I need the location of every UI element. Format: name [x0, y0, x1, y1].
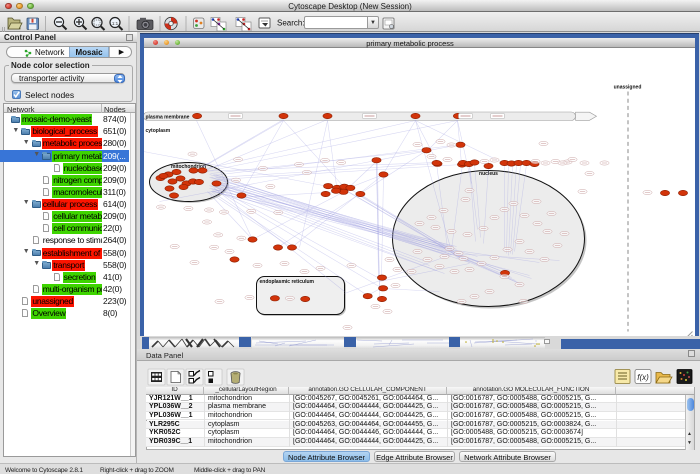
svg-text:nucleus: nucleus: [479, 171, 498, 177]
svg-text:endoplasmic reticulum: endoplasmic reticulum: [260, 279, 315, 285]
svg-text:unassigned: unassigned: [614, 84, 642, 90]
svg-text:plasma membrane: plasma membrane: [146, 114, 190, 120]
svg-text:cytoplasm: cytoplasm: [146, 128, 171, 134]
svg-text:f(x): f(x): [637, 373, 649, 382]
svg-text:Search:: Search:: [277, 18, 305, 27]
svg-text:1:1: 1:1: [112, 21, 119, 26]
